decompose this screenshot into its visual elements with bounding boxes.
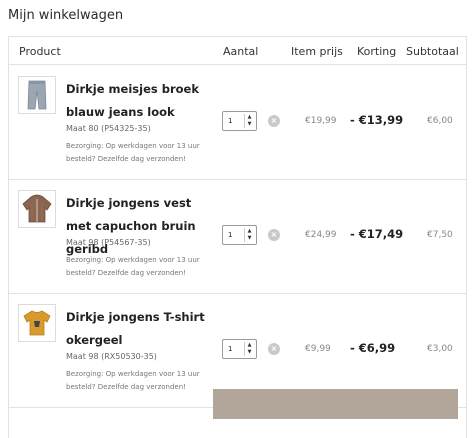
product-size: Maat 98 (P54567-35) [66, 238, 151, 247]
product-name[interactable]: Dirkje meisjes broek blauw jeans look [66, 78, 206, 124]
product-thumbnail[interactable] [18, 76, 56, 114]
hoodie-icon [22, 194, 52, 223]
product-thumbnail[interactable] [18, 304, 56, 342]
header-discount: Korting [357, 45, 397, 58]
quantity-input[interactable] [225, 115, 243, 127]
quantity-stepper[interactable]: ▲▼ [222, 225, 257, 245]
quantity-input[interactable] [225, 229, 243, 241]
page-title: Mijn winkelwagen [8, 8, 124, 23]
remove-icon[interactable]: × [268, 343, 280, 355]
spin-buttons[interactable]: ▲ ▼ [244, 114, 254, 128]
item-price: €19,99 [305, 116, 337, 126]
item-subtotal: €7,50 [427, 230, 453, 240]
item-price: €24,99 [305, 230, 337, 240]
tshirt-icon [23, 310, 51, 336]
quantity-input[interactable] [225, 343, 243, 355]
product-size: Maat 98 (RX50530-35) [66, 352, 157, 361]
spin-buttons[interactable]: ▲ ▼ [244, 228, 254, 242]
quantity-stepper[interactable]: ▲▼ [222, 339, 257, 359]
item-discount: - €13,99 [350, 113, 404, 127]
spin-buttons[interactable]: ▲ ▼ [244, 342, 254, 356]
product-thumbnail[interactable] [18, 190, 56, 228]
item-subtotal: €6,00 [427, 116, 453, 126]
remove-icon[interactable]: × [268, 229, 280, 241]
header-price: Item prijs [291, 45, 343, 58]
cart-table: Product Aantal Item prijs Korting Subtot… [8, 36, 467, 438]
delivery-note: Bezorging: Op werkdagen voor 13 uur best… [66, 370, 200, 391]
item-discount: - €6,99 [350, 341, 396, 355]
item-price: €9,99 [305, 344, 331, 354]
table-header: Product Aantal Item prijs Korting Subtot… [9, 37, 466, 65]
product-size: Maat 80 (P54325-35) [66, 124, 151, 133]
header-subtotal: Subtotaal [406, 45, 459, 58]
header-product: Product [19, 45, 61, 58]
item-subtotal: €3,00 [427, 344, 453, 354]
product-name[interactable]: Dirkje jongens vest met capuchon bruin g… [66, 192, 206, 261]
item-discount: - €17,49 [350, 227, 404, 241]
jeans-icon [27, 80, 47, 110]
remove-icon[interactable]: × [268, 115, 280, 127]
delivery-note: Bezorging: Op werkdagen voor 13 uur best… [66, 256, 200, 277]
quantity-stepper[interactable]: ▲▼ [222, 111, 257, 131]
checkout-button[interactable] [213, 389, 458, 419]
delivery-note: Bezorging: Op werkdagen voor 13 uur best… [66, 142, 200, 163]
cart-row: Dirkje jongens vest met capuchon bruin g… [9, 180, 466, 294]
cart-row: Dirkje meisjes broek blauw jeans look Ma… [9, 66, 466, 180]
header-qty: Aantal [223, 45, 259, 58]
product-name[interactable]: Dirkje jongens T-shirt okergeel [66, 306, 206, 352]
